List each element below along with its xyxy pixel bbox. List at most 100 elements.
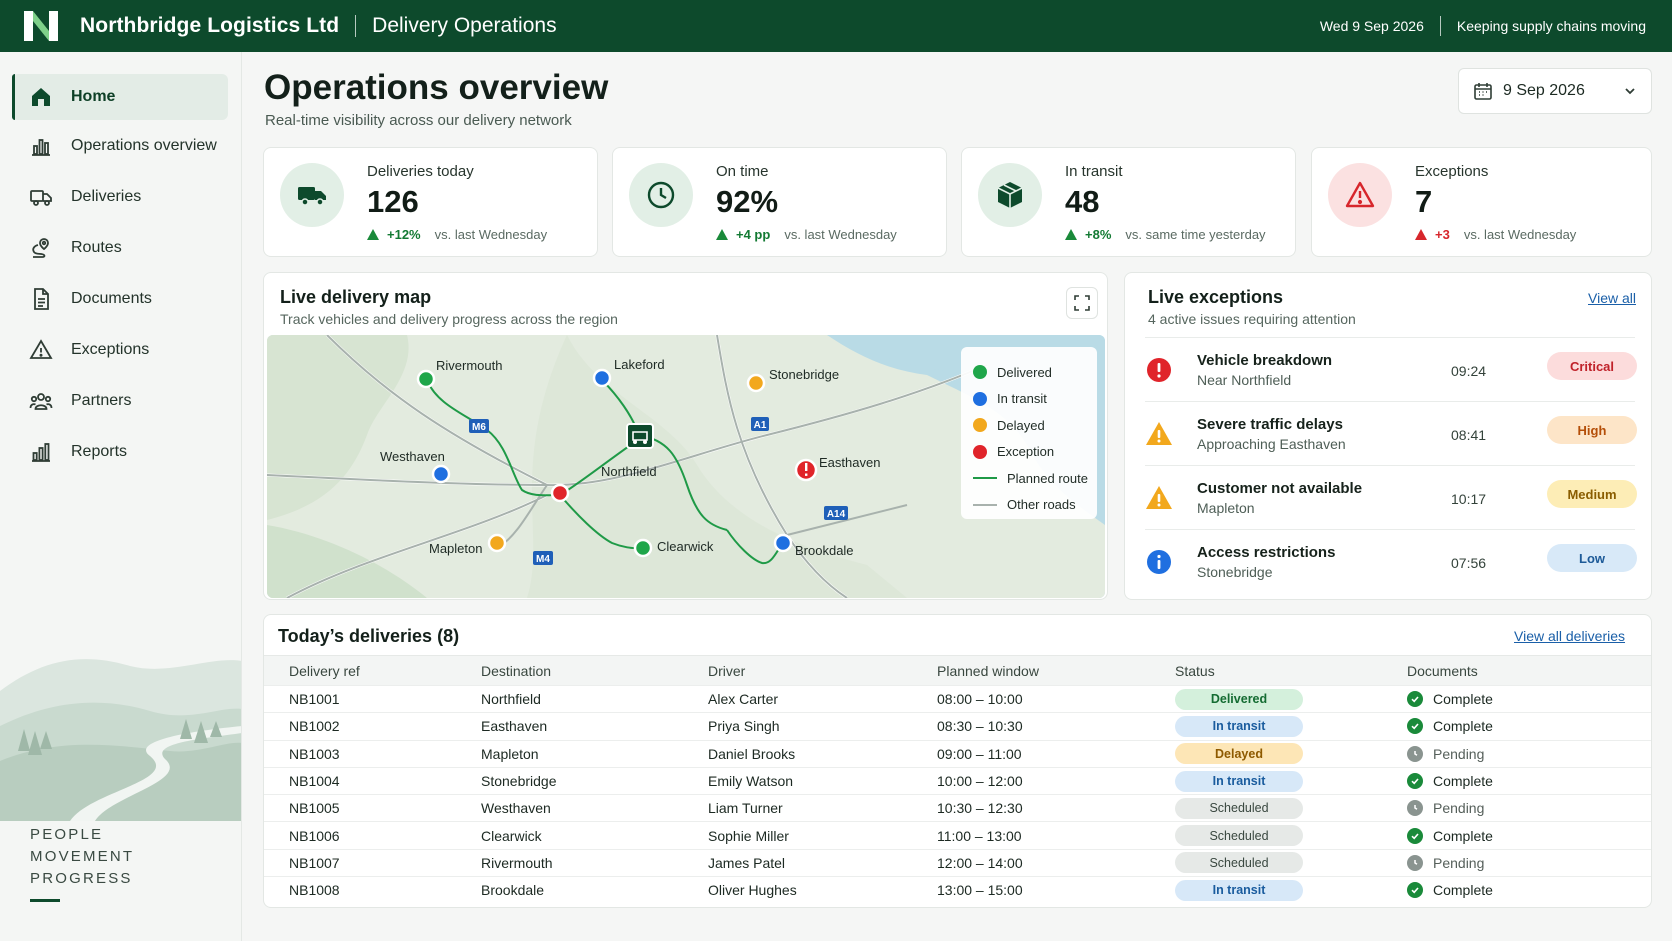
delivery-ref[interactable]: NB1008 [289,882,340,898]
map-marker-delivered[interactable] [416,369,436,389]
destination: Northfield [481,691,541,708]
kpi-label: Deliveries today [367,163,474,180]
column-header[interactable]: Driver [708,663,745,679]
exception-row[interactable]: Access restrictions Stonebridge 07:56 Lo… [1145,529,1637,593]
sidebar-item-reports[interactable]: Reports [12,429,228,475]
table-row[interactable]: NB1007 Rivermouth James Patel 12:00 – 14:00… [264,848,1651,876]
sidebar: Home Operations overview Deliveries Rout… [0,52,242,941]
date-filter-value: 9 Sep 2026 [1503,82,1585,99]
company-logo[interactable] [22,9,60,43]
column-header[interactable]: Documents [1407,663,1478,679]
kpi-delta-value: +12% [387,227,421,242]
column-header[interactable]: Status [1175,663,1215,679]
table-row[interactable]: NB1005 Westhaven Liam Turner 10:30 – 12:30 S… [264,794,1651,821]
clock-pending-icon [1407,745,1423,762]
delivery-map[interactable]: M6 A1 A14 M4 Rivermouth Lakeford Stonebr… [267,335,1105,598]
kpi-delta-note: vs. last Wednesday [784,227,897,242]
table-row[interactable]: NB1008 Brookdale Oliver Hughes 13:00 – 15:0… [264,876,1651,903]
delivery-ref[interactable]: NB1003 [289,746,340,762]
map-marker-exception-alert[interactable] [794,458,818,482]
route-pin-icon [32,238,49,258]
sidebar-item-deliveries[interactable]: Deliveries [12,174,228,220]
exception-row[interactable]: Customer not available Mapleton 10:17 Me… [1145,465,1637,529]
table-row[interactable]: NB1006 Clearwick Sophie Miller 11:00 – 13:0… [264,821,1651,848]
vehicle-marker-icon[interactable] [626,423,654,449]
bar-chart-icon [32,139,50,156]
map-marker-exception[interactable] [550,483,570,503]
kpi-delta-value: +4 pp [736,227,771,242]
place-label: Clearwick [657,539,714,554]
table-body: NB1001 Northfield Alex Carter 08:00 – 10:00… [264,685,1651,903]
column-header[interactable]: Delivery ref [289,663,360,679]
map-marker-delayed[interactable] [487,533,507,553]
kpi-delta-note: vs. last Wednesday [1463,227,1577,242]
kpi-card-in-transit[interactable]: In transit 48 +8% vs. same time yesterda… [961,147,1296,257]
delivery-ref[interactable]: NB1004 [289,773,340,789]
table-row[interactable]: NB1004 Stonebridge Emily Watson 10:00 – 12:… [264,766,1651,794]
exception-row[interactable]: Vehicle breakdown Near Northfield 09:24 … [1145,337,1637,401]
company-name: Northbridge Logistics Ltd [80,14,340,37]
documents-status: Pending [1407,745,1484,762]
planned-window: 09:00 – 11:00 [937,745,1022,762]
view-all-deliveries-link[interactable]: View all deliveries [1514,628,1625,644]
clock-pending-icon [1407,854,1423,871]
planned-window: 10:30 – 12:30 [937,800,1023,817]
documents-status: Complete [1407,773,1493,790]
kpi-delta-value: +3 [1435,227,1450,242]
legend-swatch [973,365,987,380]
deliveries-title: Today’s deliveries (8) [278,626,460,646]
kpi-delta: +3 vs. last Wednesday [1415,227,1576,242]
exception-title: Customer not available [1197,480,1363,497]
expand-map-button[interactable] [1066,287,1098,319]
kpi-card-deliveries-today[interactable]: Deliveries today 126 +12% vs. last Wedne… [263,147,598,257]
sidebar-item-exceptions[interactable]: Exceptions [12,327,228,373]
road-tag-m4: M4 [536,554,550,565]
sidebar-item-label: Routes [71,239,122,256]
exception-row[interactable]: Severe traffic delays Approaching Eastha… [1145,401,1637,465]
map-marker-delivered[interactable] [633,538,653,558]
legend-item-delivered: Delivered [973,359,1097,386]
place-label: Northfield [601,464,657,479]
kpi-icon-badge [978,163,1042,227]
kpi-delta-value: +8% [1085,227,1112,242]
kpi-value: 92% [716,184,779,219]
destination: Stonebridge [481,773,557,790]
status-badge: Scheduled [1175,825,1303,847]
driver: James Patel [708,854,786,871]
column-header[interactable]: Destination [481,663,551,679]
page-subtitle: Real-time visibility across our delivery… [265,112,572,129]
map-legend: Delivered In transit Delayed Exception P… [961,347,1097,519]
kpi-card-exceptions[interactable]: Exceptions 7 +3 vs. last Wednesday [1311,147,1652,257]
map-marker-in-transit[interactable] [773,533,793,553]
map-marker-in-transit[interactable] [592,368,612,388]
check-circle-icon [1407,773,1423,790]
table-row[interactable]: NB1002 Easthaven Priya Singh 08:30 – 10:30 I… [264,712,1651,739]
delivery-ref[interactable]: NB1005 [289,800,340,816]
date-filter-dropdown[interactable]: 9 Sep 2026 [1458,68,1652,114]
driver: Liam Turner [708,800,783,817]
table-row[interactable]: NB1001 Northfield Alex Carter 08:00 – 10:00… [264,685,1651,712]
column-header[interactable]: Planned window [937,663,1039,679]
sidebar-item-operations-overview[interactable]: Operations overview [12,123,228,169]
kpi-card-on-time[interactable]: On time 92% +4 pp vs. last Wednesday [612,147,947,257]
sidebar-item-documents[interactable]: Documents [12,276,228,322]
sidebar-item-home[interactable]: Home [12,74,228,120]
kpi-delta: +4 pp vs. last Wednesday [716,227,897,242]
tagline: Keeping supply chains moving [1456,18,1646,34]
documents-label: Pending [1433,854,1485,871]
map-marker-delayed[interactable] [746,373,766,393]
delivery-ref[interactable]: NB1002 [289,718,340,734]
view-all-exceptions-link[interactable]: View all [1588,290,1636,306]
delivery-ref[interactable]: NB1006 [289,828,340,844]
delivery-ref[interactable]: NB1001 [289,691,340,707]
exception-location: Mapleton [1197,500,1255,516]
document-icon [34,288,49,310]
motto-accent-bar [30,899,60,902]
kpi-delta: +8% vs. same time yesterday [1065,227,1266,242]
documents-status: Pending [1407,854,1485,871]
sidebar-item-partners[interactable]: Partners [12,378,228,424]
delivery-ref[interactable]: NB1007 [289,855,340,871]
map-marker-in-transit[interactable] [431,464,451,484]
sidebar-item-routes[interactable]: Routes [12,225,228,271]
table-row[interactable]: NB1003 Mapleton Daniel Brooks 09:00 – 11:00… [264,739,1651,767]
